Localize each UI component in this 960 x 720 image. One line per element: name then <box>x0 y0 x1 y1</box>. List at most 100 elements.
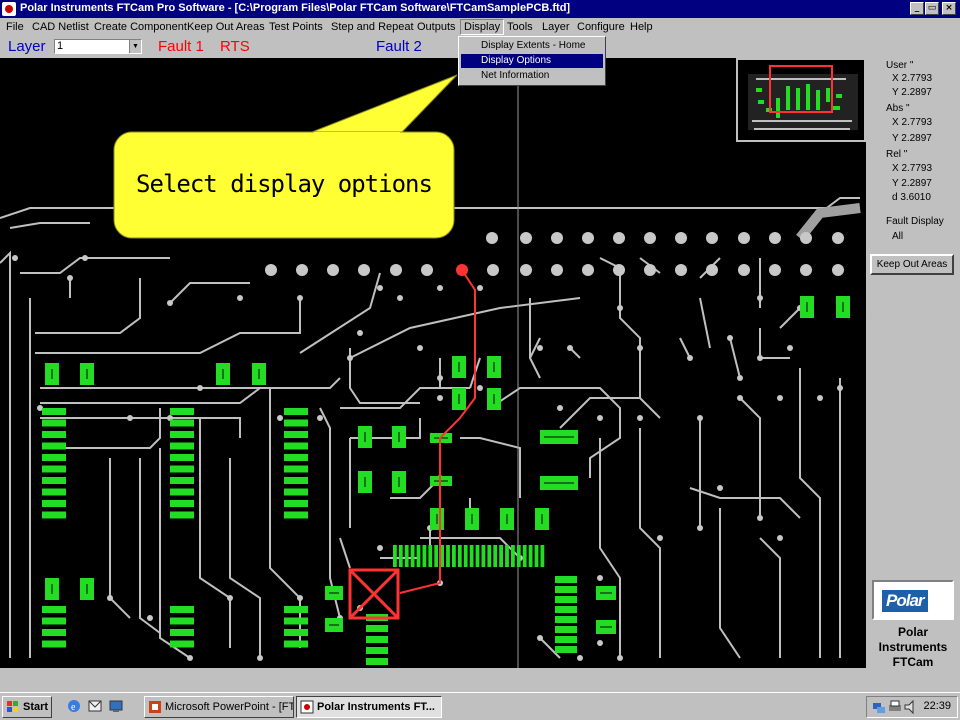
ic-pin <box>493 545 498 567</box>
ic-pin <box>393 545 397 567</box>
ic-pin <box>469 545 474 567</box>
pad-column <box>284 629 308 636</box>
ic-pin <box>540 545 545 567</box>
small-via <box>377 545 383 551</box>
menu-outputs[interactable]: Outputs <box>414 20 459 34</box>
pad-column <box>170 606 194 613</box>
pad-column <box>284 419 308 427</box>
system-tray: 22:39 <box>866 696 958 718</box>
via <box>644 264 656 276</box>
task-polar-label: Polar Instruments FT... <box>317 701 435 713</box>
via <box>327 264 339 276</box>
menu-configure[interactable]: Configure <box>574 20 628 34</box>
pad-column <box>555 636 577 643</box>
menu-item-display-extents[interactable]: Display Extents - Home <box>461 39 603 53</box>
start-label: Start <box>23 701 49 713</box>
right-panel <box>866 58 960 668</box>
via <box>613 232 625 244</box>
menu-item-display-options[interactable]: Display Options <box>461 54 603 68</box>
ic-pin <box>463 545 468 567</box>
ic-pin <box>434 545 439 567</box>
start-button[interactable]: Start <box>2 696 52 718</box>
menu-tools[interactable]: Tools <box>504 20 536 34</box>
app-icon[interactable] <box>2 2 16 16</box>
small-via <box>437 375 443 381</box>
window-title: Polar Instruments FTCam Pro Software - [… <box>20 2 571 14</box>
pad-column <box>366 647 388 654</box>
minimize-button[interactable]: _ <box>910 2 924 15</box>
rel-x: X 2.7793 <box>892 163 933 174</box>
small-via <box>597 575 603 581</box>
pad-column <box>284 488 308 496</box>
ie-icon[interactable]: e <box>66 698 82 714</box>
pad-column <box>170 617 194 625</box>
layer-select[interactable]: 1 ▼ <box>54 39 142 54</box>
ic-pin <box>475 545 480 567</box>
pad-column <box>42 431 66 438</box>
pad-column <box>170 500 194 507</box>
network-icon[interactable] <box>871 699 887 715</box>
small-via <box>537 345 543 351</box>
menu-help[interactable]: Help <box>627 20 656 34</box>
volume-icon[interactable] <box>903 699 919 715</box>
rts-label: RTS <box>220 38 250 55</box>
close-button[interactable]: × <box>942 2 956 15</box>
pad-column <box>42 477 66 484</box>
small-via <box>737 395 743 401</box>
menu-item-net-information[interactable]: Net Information <box>461 69 603 83</box>
restore-button[interactable]: ▭ <box>925 2 939 15</box>
pad-column <box>42 408 66 415</box>
pad-column <box>42 465 66 473</box>
menu-test-points[interactable]: Test Points <box>266 20 326 34</box>
small-via <box>82 255 88 261</box>
via <box>769 232 781 244</box>
pad-column <box>284 477 308 484</box>
printer-icon[interactable] <box>887 699 903 715</box>
menu-file[interactable]: File <box>3 20 27 34</box>
small-via <box>637 415 643 421</box>
pad-column <box>555 586 577 593</box>
via <box>800 232 812 244</box>
ic-pin <box>487 545 492 567</box>
small-via <box>697 415 703 421</box>
small-via <box>537 635 543 641</box>
menu-cad-netlist[interactable]: CAD Netlist <box>29 20 92 34</box>
rel-distance: d 3.6010 <box>892 192 931 203</box>
small-via <box>397 295 403 301</box>
pad-column <box>170 454 194 461</box>
menu-step-and-repeat[interactable]: Step and Repeat <box>328 20 417 34</box>
abs-y: Y 2.2897 <box>892 133 932 144</box>
overview-thumbnail[interactable] <box>736 58 866 142</box>
ic-pin <box>428 545 433 567</box>
desktop-icon[interactable] <box>108 698 124 714</box>
pad-column <box>284 640 308 648</box>
small-via <box>227 595 233 601</box>
menu-keep-out-areas[interactable]: Keep Out Areas <box>184 20 268 34</box>
outlook-icon[interactable] <box>87 698 103 714</box>
pad-column <box>366 625 388 632</box>
chevron-down-icon[interactable]: ▼ <box>129 40 141 53</box>
via <box>675 232 687 244</box>
via <box>613 264 625 276</box>
menu-layer[interactable]: Layer <box>539 20 573 34</box>
ic-pin <box>522 545 527 567</box>
pad-column <box>284 606 308 613</box>
small-via <box>317 415 323 421</box>
ic-pin <box>505 545 509 567</box>
clock[interactable]: 22:39 <box>923 700 951 712</box>
via <box>390 264 402 276</box>
display-dropdown-menu: Display Extents - Home Display Options N… <box>458 36 606 86</box>
keep-out-areas-button[interactable]: Keep Out Areas <box>870 254 954 275</box>
user-x: X 2.7793 <box>892 73 933 84</box>
small-via <box>297 595 303 601</box>
small-via <box>617 655 623 661</box>
via <box>675 264 687 276</box>
pad-column <box>170 408 194 415</box>
small-via <box>787 345 793 351</box>
fault-display-value: All <box>892 231 904 242</box>
menu-create-component[interactable]: Create Component <box>91 20 190 34</box>
menu-display[interactable]: Display <box>460 19 505 35</box>
task-powerpoint[interactable]: Microsoft PowerPoint - [FT... <box>144 696 294 718</box>
small-via <box>237 295 243 301</box>
task-polar-ftcam[interactable]: Polar Instruments FT... <box>296 696 442 718</box>
